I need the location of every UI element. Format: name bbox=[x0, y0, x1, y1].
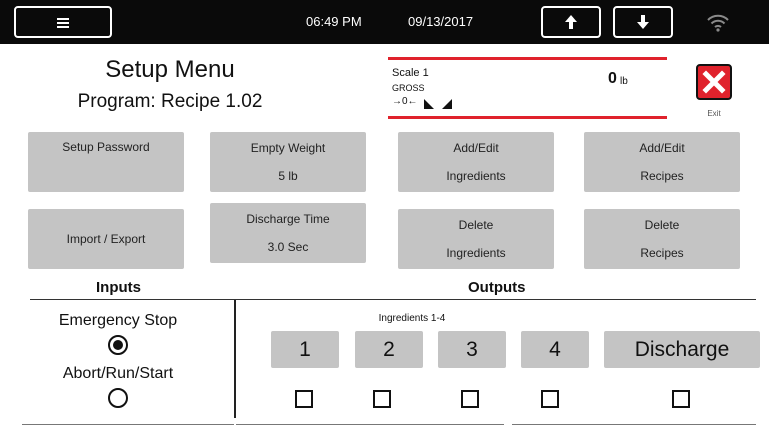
arrow-down-icon bbox=[637, 15, 649, 29]
output-1-checkbox[interactable] bbox=[295, 390, 313, 408]
bottom-rule-right bbox=[512, 424, 756, 425]
scale-weight-value: 0 bbox=[608, 70, 617, 87]
empty-weight-button[interactable]: Empty Weight 5 lb bbox=[210, 132, 366, 192]
wifi-icon bbox=[707, 14, 729, 32]
close-x-icon bbox=[702, 70, 726, 94]
import-export-button[interactable]: Import / Export bbox=[28, 209, 184, 269]
abort-run-start-label: Abort/Run/Start bbox=[62, 365, 174, 382]
scale-weight-unit: lb bbox=[620, 76, 628, 87]
program-name: Program: Recipe 1.02 bbox=[77, 91, 263, 112]
hamburger-menu-icon bbox=[57, 17, 69, 28]
scale-bottom-rule bbox=[388, 116, 667, 119]
column-divider bbox=[234, 300, 236, 418]
menu-button[interactable] bbox=[14, 6, 112, 38]
zero-indicator: →0← bbox=[392, 96, 418, 107]
button-label: Recipes bbox=[640, 246, 684, 260]
scale-name: Scale 1 bbox=[392, 67, 429, 79]
bottom-rule-mid bbox=[236, 424, 504, 425]
clock-time: 06:49 PM bbox=[306, 14, 362, 29]
scale-top-rule bbox=[388, 57, 667, 60]
setup-password-button[interactable]: Setup Password bbox=[28, 132, 184, 192]
outputs-heading: Outputs bbox=[468, 279, 526, 296]
top-status-bar: 06:49 PM 09/13/2017 bbox=[0, 0, 769, 44]
setup-menu-screen: 06:49 PM 09/13/2017 Setup Menu Program: … bbox=[0, 0, 769, 433]
output-4-button[interactable]: 4 bbox=[521, 331, 589, 368]
inputs-heading: Inputs bbox=[96, 279, 141, 296]
add-edit-ingredients-button[interactable]: Add/Edit Ingredients bbox=[398, 132, 554, 192]
button-label: Add/Edit bbox=[453, 141, 499, 155]
clock-date: 09/13/2017 bbox=[408, 14, 474, 29]
output-discharge-button[interactable]: Discharge bbox=[604, 331, 760, 368]
abort-run-start-radio[interactable] bbox=[108, 388, 128, 408]
scale-readout: Scale 1 GROSS →0← 0 lb bbox=[388, 57, 667, 121]
output-2-button[interactable]: 2 bbox=[355, 331, 423, 368]
ingredients-group-label: Ingredients 1-4 bbox=[378, 313, 446, 324]
output-3-button[interactable]: 3 bbox=[438, 331, 506, 368]
bottom-rule-left bbox=[22, 424, 234, 425]
delete-ingredients-button[interactable]: Delete Ingredients bbox=[398, 209, 554, 269]
button-label: Ingredients bbox=[446, 169, 506, 183]
arrow-up-icon bbox=[565, 15, 577, 29]
button-label: Recipes bbox=[640, 169, 684, 183]
scale-mode: GROSS bbox=[392, 83, 425, 93]
scroll-up-button[interactable] bbox=[541, 6, 601, 38]
button-label: Delete bbox=[644, 218, 680, 232]
exit-label: Exit bbox=[707, 109, 721, 118]
discharge-time-button[interactable]: Discharge Time 3.0 Sec bbox=[210, 203, 366, 263]
emergency-stop-radio[interactable] bbox=[108, 335, 128, 355]
button-label: Setup Password bbox=[62, 140, 150, 154]
section-divider bbox=[30, 299, 756, 300]
output-1-button[interactable]: 1 bbox=[271, 331, 339, 368]
exit-button[interactable] bbox=[696, 64, 732, 100]
page-title: Setup Menu bbox=[105, 56, 235, 83]
button-value: 5 lb bbox=[278, 169, 298, 183]
scroll-down-button[interactable] bbox=[613, 6, 673, 38]
emergency-stop-label: Emergency Stop bbox=[58, 312, 178, 329]
output-2-checkbox[interactable] bbox=[373, 390, 391, 408]
button-value: 3.0 Sec bbox=[267, 240, 309, 254]
button-label: Discharge Time bbox=[246, 212, 330, 226]
button-label: Delete bbox=[458, 218, 494, 232]
output-4-checkbox[interactable] bbox=[541, 390, 559, 408]
button-label: Import / Export bbox=[66, 232, 146, 246]
output-discharge-checkbox[interactable] bbox=[672, 390, 690, 408]
delete-recipes-button[interactable]: Delete Recipes bbox=[584, 209, 740, 269]
output-3-checkbox[interactable] bbox=[461, 390, 479, 408]
add-edit-recipes-button[interactable]: Add/Edit Recipes bbox=[584, 132, 740, 192]
button-label: Empty Weight bbox=[250, 141, 326, 155]
button-label: Ingredients bbox=[446, 246, 506, 260]
stable-indicator-icon bbox=[424, 99, 452, 109]
button-label: Add/Edit bbox=[639, 141, 685, 155]
